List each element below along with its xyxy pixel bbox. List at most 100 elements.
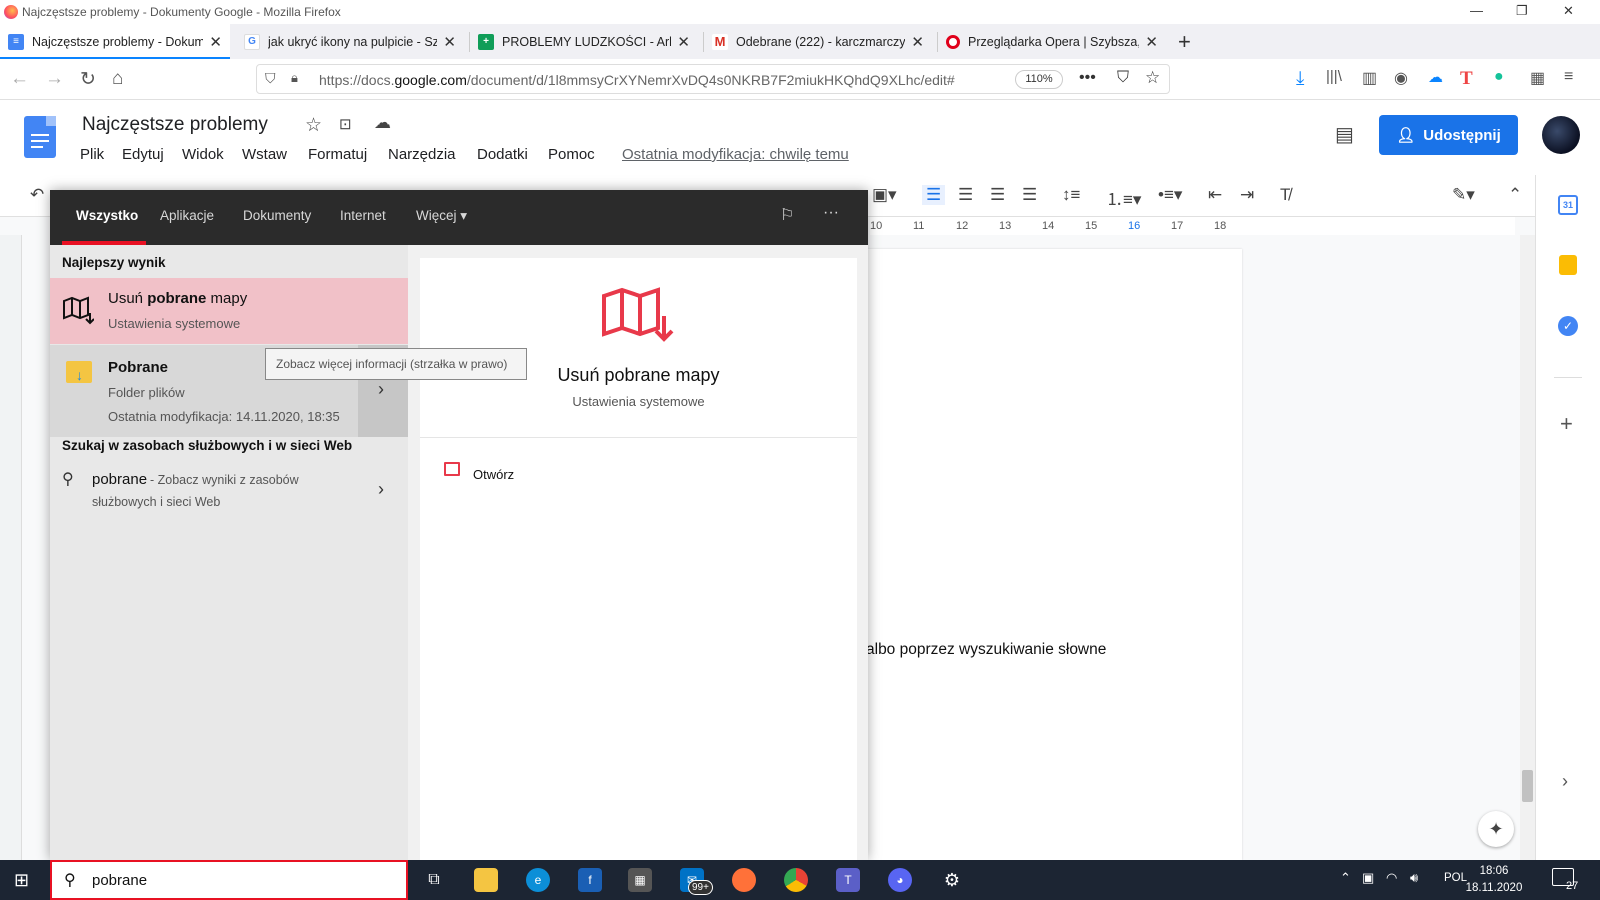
translate-extension-icon[interactable]: T [1460,68,1473,90]
numbered-list-icon[interactable]: ⒈≡▾ [1106,185,1141,210]
menu-icon[interactable]: ≡ [1564,68,1573,86]
bulleted-list-icon[interactable]: •≡▾ [1158,185,1182,205]
more-options-icon[interactable]: ··· [823,204,839,222]
web-search-result[interactable]: ⚲ pobrane - Zobacz wyniki z zasobów służ… [50,463,408,519]
windows-start-icon[interactable]: ⊞ [14,870,29,891]
menu-formatuj[interactable]: Formatuj [308,146,367,163]
forward-icon[interactable]: → [45,68,64,90]
last-modified-link[interactable]: Ostatnia modyfikacja: chwilę temu [622,146,849,163]
account-icon[interactable]: ◉ [1394,68,1408,88]
feedback-icon[interactable]: ⚐ [780,205,794,225]
align-center-icon[interactable]: ☰ [958,185,973,205]
new-tab-icon[interactable]: + [1178,29,1191,55]
chrome-icon[interactable] [784,868,808,892]
tab-google-search[interactable]: G jak ukryć ikony na pulpicie - Sz ✕ [236,24,464,59]
teams-icon[interactable]: T [836,868,860,892]
tab-sheets[interactable]: + PROBLEMY LUDZKOŚCI - Arkus ✕ [470,24,698,59]
increase-indent-icon[interactable]: ⇥ [1240,185,1254,205]
menu-pomoc[interactable]: Pomoc [548,146,595,163]
menu-wstaw[interactable]: Wstaw [242,146,287,163]
taskbar-search-box[interactable]: ⚲ pobrane [50,860,408,900]
show-hidden-icons-icon[interactable]: ⌃ [1340,870,1351,886]
justify-icon[interactable]: ☰ [1022,185,1037,205]
tab-internet[interactable]: Internet [340,208,386,223]
document-body-text[interactable]: albo poprzez wyszukiwanie słowne [866,641,1106,659]
bookmark-star-icon[interactable]: ☆ [1145,68,1160,88]
minimize-icon[interactable]: — [1470,3,1483,18]
network-status-icon[interactable]: ▣ [1362,870,1374,886]
menu-plik[interactable]: Plik [80,146,104,163]
sidebar-icon[interactable]: ▥ [1362,68,1377,88]
close-tab-icon[interactable]: ✕ [209,33,222,51]
store-icon[interactable]: ▦ [628,868,652,892]
open-icon[interactable] [444,462,460,476]
close-tab-icon[interactable]: ✕ [677,33,690,51]
back-icon[interactable]: ← [10,68,29,90]
onedrive-icon[interactable]: ☁ [1428,68,1443,86]
task-view-icon[interactable]: ⧉ [422,868,446,892]
facebook-icon[interactable]: f [578,868,602,892]
keep-icon[interactable] [1559,255,1577,275]
tab-aplikacje[interactable]: Aplikacje [160,208,214,223]
close-window-icon[interactable]: ✕ [1563,3,1574,19]
zoom-level[interactable]: 110% [1015,70,1063,89]
tab-gmail[interactable]: M Odebrane (222) - karczmarczyk ✕ [704,24,932,59]
scrollbar-thumb[interactable] [1522,770,1533,802]
add-addon-icon[interactable]: + [1560,411,1573,437]
tab-wiecej[interactable]: Więcej ▾ [416,208,467,224]
wifi-icon[interactable]: ◠ [1386,870,1397,886]
clear-formatting-icon[interactable]: T̸ [1280,185,1290,205]
menu-dodatki[interactable]: Dodatki [477,146,528,163]
expand-panel-icon[interactable]: › [1562,771,1568,792]
shield-icon[interactable]: ⛉ [265,70,276,87]
align-right-icon[interactable]: ☰ [990,185,1005,205]
reload-icon[interactable]: ↻ [80,68,96,91]
url-bar[interactable]: ⛉ 🔒︎ https://docs.google.com/document/d/… [256,64,1170,94]
firefox-taskbar-icon[interactable] [732,868,756,892]
grammarly-icon[interactable]: ● [1494,68,1504,86]
tab-dokumenty[interactable]: Dokumenty [243,208,311,223]
search-query[interactable]: pobrane [92,872,147,889]
open-action[interactable]: Otwórz [473,467,514,482]
close-tab-icon[interactable]: ✕ [1145,33,1158,51]
best-match-result[interactable]: Usuń pobrane mapy Ustawienia systemowe [50,278,408,344]
library-icon[interactable]: |||\ [1326,68,1342,85]
tab-wszystko[interactable]: Wszystko [76,208,138,223]
avatar[interactable] [1542,116,1580,154]
insert-image-icon[interactable]: ▣▾ [872,185,897,205]
menu-narzedzia[interactable]: Narzędzia [388,146,456,163]
url-text[interactable]: https://docs.google.com/document/d/1l8mm… [319,72,955,88]
restore-icon[interactable]: ❐ [1516,3,1528,19]
scrollbar[interactable] [1520,235,1535,860]
clock[interactable]: 18:06 18.11.2020 [1454,863,1534,897]
menu-widok[interactable]: Widok [182,146,224,163]
calendar-icon[interactable]: 31 [1558,195,1578,215]
document-title[interactable]: Najczęstsze problemy [82,114,268,136]
tab-docs[interactable]: ≡ Najczęstsze problemy - Dokum ✕ [0,24,230,59]
discord-icon[interactable]: ◕ [888,868,912,892]
move-folder-icon[interactable]: ⊡ [339,115,352,133]
lock-icon[interactable]: 🔒︎ [291,70,298,86]
tasks-icon[interactable]: ✓ [1558,316,1578,336]
explore-icon[interactable]: ✦ [1478,811,1514,847]
more-actions-icon[interactable]: ••• [1079,69,1096,87]
pocket-icon[interactable]: ⛉ [1117,69,1129,87]
close-tab-icon[interactable]: ✕ [911,33,924,51]
share-button[interactable]: 👤︎ Udostępnij [1379,115,1518,155]
cloud-saved-icon[interactable]: ☁ [374,113,391,133]
line-spacing-icon[interactable]: ↕≡ [1062,185,1080,205]
edge-icon[interactable]: e [526,868,550,892]
tab-opera[interactable]: Przeglądarka Opera | Szybsza, ✕ [938,24,1166,59]
align-left-icon[interactable]: ☰ [922,185,946,205]
settings-gear-icon[interactable]: ⚙ [940,868,964,892]
volume-icon[interactable]: 🔊︎ [1410,870,1418,886]
undo-icon[interactable]: ↶ [30,185,44,205]
file-explorer-icon[interactable] [474,868,498,892]
google-docs-logo-icon[interactable] [24,116,56,158]
editing-mode-icon[interactable]: ✎▾ [1452,185,1475,205]
extensions-icon[interactable]: ▦ [1530,68,1545,88]
downloads-icon[interactable]: ⤓ [1296,68,1304,90]
menu-edytuj[interactable]: Edytuj [122,146,164,163]
home-icon[interactable]: ⌂ [112,68,123,90]
comments-icon[interactable]: ▤ [1335,122,1354,147]
